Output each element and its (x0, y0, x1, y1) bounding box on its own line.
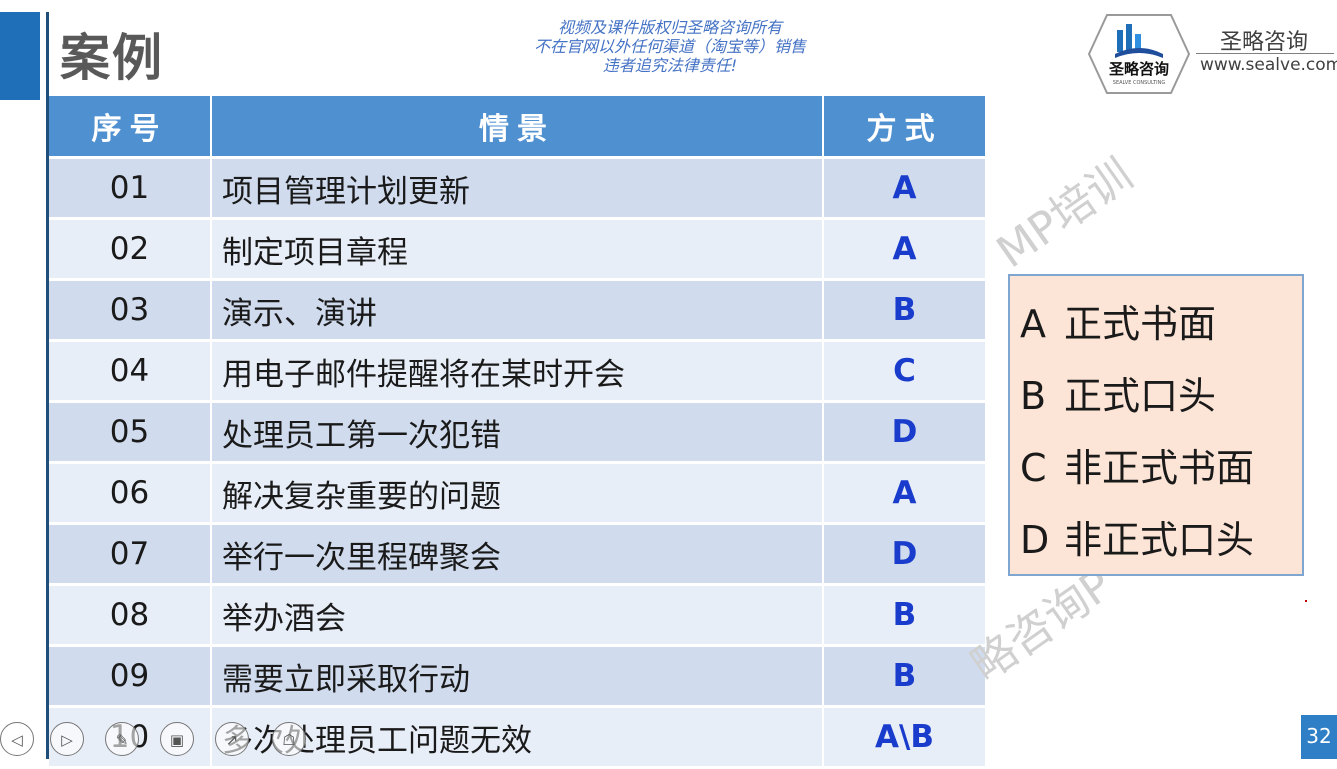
row-mode: A (823, 462, 987, 525)
pointer-icon[interactable]: ↗ (215, 722, 249, 756)
previous-icon[interactable]: ◁ (0, 722, 34, 756)
table-row: 01 项目管理计划更新 A (49, 157, 987, 220)
row-number: 08 (49, 584, 212, 647)
legend-letter: C (1020, 446, 1047, 490)
table-row: 05 处理员工第一次犯错 D (49, 401, 987, 464)
logo-subtext: SEALVE CONSULTING (1113, 80, 1166, 86)
table-row: 09 需要立即采取行动 B (49, 645, 987, 708)
table-row: 08 举办酒会 B (49, 584, 987, 647)
row-scene: 举办酒会 (211, 584, 824, 647)
copyright-line: 违者追究法律责任! (602, 56, 738, 75)
presenter-icon[interactable]: ☖ (272, 722, 306, 756)
slide-title: 案例 (60, 29, 164, 87)
header-mode: 方式 (823, 96, 987, 159)
slides-icon[interactable]: ▣ (160, 722, 194, 756)
legend-letter: A (1020, 302, 1046, 346)
row-number: 04 (49, 340, 212, 403)
table-row: 06 解决复杂重要的问题 A (49, 462, 987, 525)
row-mode: A\B (823, 706, 987, 769)
legend-text: 非正式口头 (1064, 518, 1255, 562)
row-number: 09 (49, 645, 212, 708)
divider (1196, 53, 1334, 54)
copyright-line: 不在官网以外任何渠道（淘宝等）销售 (533, 37, 806, 56)
red-dot (1305, 600, 1307, 602)
table-row: 04 用电子邮件提醒将在某时开会 C (49, 340, 987, 403)
legend-text: 正式口头 (1064, 374, 1217, 418)
row-scene: 处理员工第一次犯错 (211, 401, 824, 464)
pen-icon[interactable]: ✎ (105, 722, 139, 756)
row-scene: 演示、演讲 (211, 279, 824, 342)
row-number: 07 (49, 523, 212, 586)
legend-text: 非正式书面 (1064, 446, 1255, 490)
row-mode: A (823, 157, 987, 220)
row-mode: A (823, 218, 987, 281)
table-row: 02 制定项目章程 A (49, 218, 987, 281)
case-table: 序号 情景 方式 01 项目管理计划更新 A 02 制定项目章程 A 03 演示… (49, 96, 987, 769)
header-number: 序号 (49, 96, 212, 159)
watermark: MP培训 (987, 149, 1142, 279)
row-number: 06 (49, 462, 212, 525)
legend-text: 正式书面 (1064, 302, 1217, 346)
legend-item: A 正式书面 (1010, 292, 1302, 364)
row-number: 01 (49, 157, 212, 220)
row-number: 02 (49, 218, 212, 281)
row-mode: D (823, 401, 987, 464)
brand-logo: 圣略咨询 SEALVE CONSULTING (1087, 14, 1191, 94)
brand-name: 圣略咨询 (1220, 30, 1309, 55)
table-row: 03 演示、演讲 B (49, 279, 987, 342)
presentation-controls: ◁ ▷ ✎ ▣ ↗ ☖ (0, 720, 330, 759)
header-scene: 情景 (211, 96, 824, 159)
next-icon[interactable]: ▷ (50, 722, 84, 756)
row-scene: 需要立即采取行动 (211, 645, 824, 708)
legend-item: B 正式口头 (1010, 364, 1302, 436)
row-scene: 用电子邮件提醒将在某时开会 (211, 340, 824, 403)
accent-bar (0, 12, 40, 100)
row-number: 05 (49, 401, 212, 464)
logo-text: 圣略咨询 (1108, 60, 1169, 78)
legend-box: A 正式书面 B 正式口头 C 非正式书面 D 非正式口头 (1008, 274, 1304, 576)
copyright-notice: 视频及课件版权归圣略咨询所有 不在官网以外任何渠道（淘宝等）销售 违者追究法律责… (490, 18, 850, 75)
row-scene: 举行一次里程碑聚会 (211, 523, 824, 586)
legend-item: C 非正式书面 (1010, 436, 1302, 508)
row-mode: B (823, 645, 987, 708)
legend-item: D 非正式口头 (1010, 508, 1302, 580)
table-header-row: 序号 情景 方式 (49, 96, 987, 159)
legend-letter: B (1020, 374, 1047, 418)
row-scene: 项目管理计划更新 (211, 157, 824, 220)
row-scene: 解决复杂重要的问题 (211, 462, 824, 525)
page-number: 32 (1301, 715, 1337, 759)
brand-url: www.sealve.com (1200, 55, 1337, 75)
row-mode: C (823, 340, 987, 403)
row-scene: 制定项目章程 (211, 218, 824, 281)
row-number: 03 (49, 279, 212, 342)
copyright-line: 视频及课件版权归圣略咨询所有 (557, 18, 782, 37)
row-mode: B (823, 279, 987, 342)
row-mode: D (823, 523, 987, 586)
table-row: 07 举行一次里程碑聚会 D (49, 523, 987, 586)
legend-letter: D (1020, 518, 1050, 562)
